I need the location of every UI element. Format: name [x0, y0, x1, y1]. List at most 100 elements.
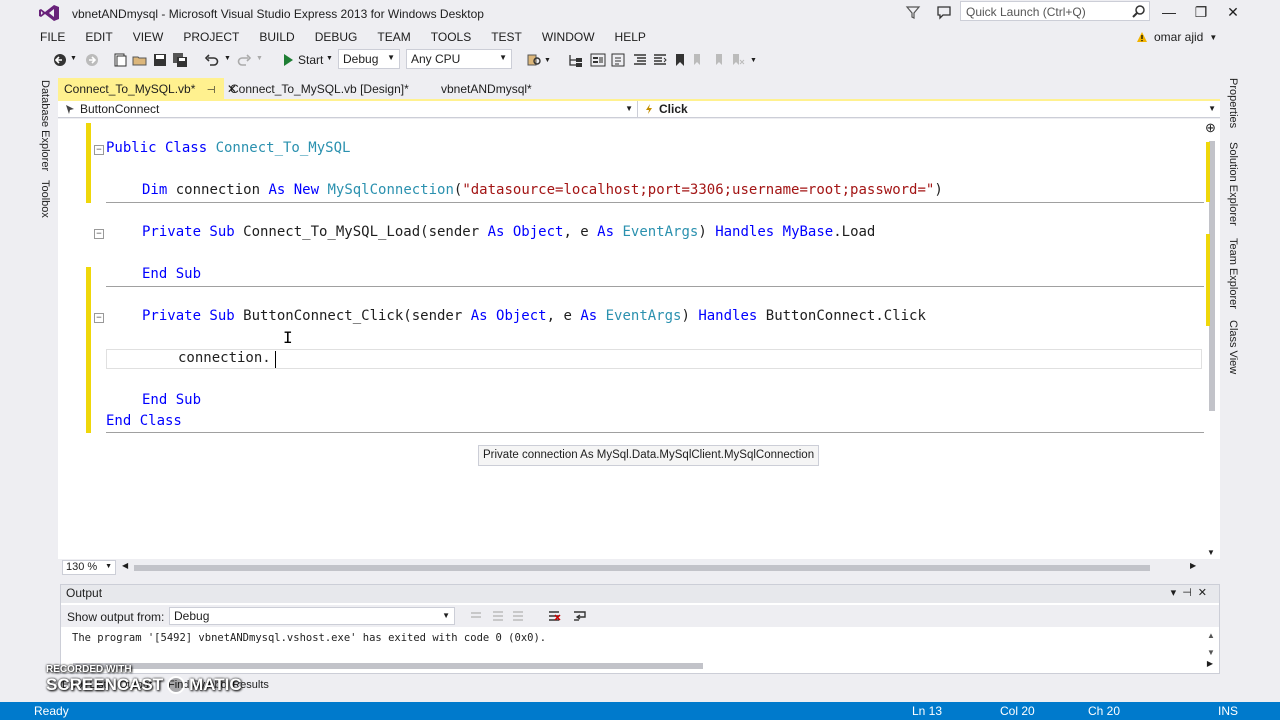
tab-label: Connect_To_MySQL.vb* — [64, 82, 196, 96]
scroll-right-icon[interactable]: ▶ — [1190, 561, 1196, 570]
menu-window[interactable]: WINDOW — [532, 28, 605, 46]
object-browser-icon[interactable] — [610, 52, 626, 68]
start-button[interactable]: Start — [298, 53, 323, 67]
code-text: ) — [698, 224, 716, 240]
save-icon[interactable] — [152, 52, 168, 68]
code-line-end-sub: End Sub — [142, 266, 201, 282]
redo-icon[interactable] — [236, 52, 252, 68]
code-text: , e — [563, 224, 598, 240]
next-message-icon[interactable] — [511, 609, 525, 623]
menu-tools[interactable]: TOOLS — [421, 28, 481, 46]
toolbar-options-icon[interactable]: ▼ — [750, 57, 766, 73]
keyword: Handles — [715, 224, 775, 240]
uncomment-lines-icon[interactable] — [652, 52, 668, 68]
menu-help[interactable]: HELP — [605, 28, 656, 46]
previous-message-icon[interactable] — [491, 609, 505, 623]
menu-file[interactable]: FILE — [30, 28, 75, 46]
control-icon — [66, 105, 74, 114]
solution-explorer-icon[interactable] — [568, 52, 584, 68]
menu-test[interactable]: TEST — [481, 28, 532, 46]
toolbox-tab[interactable]: Toolbox — [39, 180, 51, 218]
tab-connect-to-mysql-vb[interactable]: Connect_To_MySQL.vb* ⊣ ✕ — [58, 78, 237, 100]
visual-studio-logo-icon — [39, 5, 59, 21]
feedback-icon[interactable] — [936, 4, 952, 20]
user-name: omar ajid — [1154, 30, 1204, 44]
class-name: Connect_To_MySQL — [215, 140, 351, 156]
output-horizontal-scrollbar[interactable]: ▶ — [73, 659, 1213, 670]
menu-edit[interactable]: EDIT — [75, 28, 122, 46]
bookmark-icon[interactable] — [672, 52, 688, 68]
database-explorer-tab[interactable]: Database Explorer — [39, 80, 51, 171]
tab-connect-to-mysql-design[interactable]: Connect_To_MySQL.vb [Design]* — [224, 78, 415, 100]
minimize-button[interactable]: — — [1154, 2, 1184, 22]
method-name-dropdown[interactable]: Click ▼ — [639, 101, 1220, 118]
status-line: Ln 13 — [912, 704, 943, 718]
next-bookmark-icon[interactable] — [710, 52, 726, 68]
scroll-down-icon[interactable]: ▼ — [1207, 548, 1215, 557]
scroll-up-icon[interactable]: ▲ — [1207, 631, 1215, 640]
clear-bookmarks-icon[interactable] — [730, 52, 746, 68]
keyword: Public Class — [106, 140, 216, 156]
quick-launch-input[interactable]: Quick Launch (Ctrl+Q) — [960, 1, 1150, 21]
scroll-right-icon[interactable]: ▶ — [1207, 659, 1213, 668]
output-vertical-scrollbar[interactable]: ▲ ▼ — [1205, 629, 1217, 657]
search-icon[interactable] — [1132, 4, 1146, 18]
scroll-left-icon[interactable]: ◀ — [122, 561, 128, 570]
start-icon[interactable] — [280, 52, 296, 68]
menu-build[interactable]: BUILD — [249, 28, 304, 46]
previous-bookmark-icon[interactable] — [690, 52, 706, 68]
properties-window-icon[interactable] — [590, 52, 606, 68]
code-editor[interactable]: − Public Class Connect_To_MySQL Dim conn… — [58, 119, 1220, 559]
user-account[interactable]: omar ajid ▼ — [1136, 30, 1217, 44]
open-file-icon[interactable] — [132, 52, 148, 68]
solution-configuration-select[interactable]: Debug ▼ — [338, 49, 400, 69]
code-line-connection: connection. — [178, 350, 271, 366]
keyword: End Sub — [142, 392, 202, 408]
chevron-down-icon: ▼ — [1208, 104, 1216, 113]
navigate-back-icon[interactable] — [52, 52, 68, 68]
split-editor-icon[interactable]: ⊕ — [1205, 120, 1216, 136]
zoom-level-select[interactable]: 130 % ▼ — [62, 560, 116, 575]
code-text: .Load — [833, 224, 876, 240]
solution-explorer-tab[interactable]: Solution Explorer — [1227, 142, 1239, 226]
watermark-text-2: MATIC — [189, 675, 242, 694]
pin-icon[interactable]: ⊣ — [207, 85, 216, 96]
change-marker-unsaved — [86, 267, 91, 433]
properties-tab[interactable]: Properties — [1227, 78, 1239, 128]
panel-window-controls[interactable]: ▾⊣✕ — [1171, 586, 1213, 599]
overflow-dropdown-icon[interactable]: ▼ — [544, 57, 560, 73]
redo-dropdown-icon[interactable]: ▼ — [256, 55, 272, 71]
class-view-tab[interactable]: Class View — [1227, 320, 1239, 374]
solution-platform-select[interactable]: Any CPU ▼ — [406, 49, 512, 69]
horizontal-scroll-thumb[interactable] — [134, 565, 1150, 571]
close-window-button[interactable]: ✕ — [1218, 2, 1248, 22]
collapse-load-sub-icon[interactable]: − — [94, 229, 104, 239]
find-message-icon[interactable] — [469, 609, 483, 623]
team-explorer-tab[interactable]: Team Explorer — [1227, 238, 1239, 309]
output-source-select[interactable]: Debug ▼ — [169, 607, 455, 625]
collapse-click-sub-icon[interactable]: − — [94, 313, 104, 323]
collapse-class-icon[interactable]: − — [94, 145, 104, 155]
right-tool-strip: Properties Solution Explorer Team Explor… — [1224, 76, 1244, 576]
undo-icon[interactable] — [204, 52, 220, 68]
keyword: As New — [268, 182, 320, 198]
menu-project[interactable]: PROJECT — [173, 28, 249, 46]
menu-team[interactable]: TEAM — [367, 28, 420, 46]
status-text: Ready — [34, 704, 69, 718]
new-project-icon[interactable] — [112, 52, 128, 68]
restore-button[interactable]: ❐ — [1186, 2, 1216, 22]
code-line-class-declaration: Public Class Connect_To_MySQL — [106, 140, 350, 156]
chevron-down-icon: ▼ — [387, 53, 395, 62]
toggle-word-wrap-icon[interactable] — [573, 609, 587, 623]
clear-all-icon[interactable] — [547, 609, 561, 623]
menu-debug[interactable]: DEBUG — [305, 28, 368, 46]
navigate-forward-icon[interactable] — [84, 52, 100, 68]
comment-lines-icon[interactable] — [632, 52, 648, 68]
scroll-down-icon[interactable]: ▼ — [1207, 648, 1215, 657]
find-in-files-icon[interactable] — [526, 52, 542, 68]
save-all-icon[interactable] — [172, 52, 188, 68]
menu-view[interactable]: VIEW — [123, 28, 174, 46]
tab-vbnetandmysql[interactable]: vbnetANDmysql* — [435, 78, 538, 100]
filter-icon[interactable] — [905, 4, 921, 20]
class-name-dropdown[interactable]: ButtonConnect ▼ — [58, 101, 638, 118]
